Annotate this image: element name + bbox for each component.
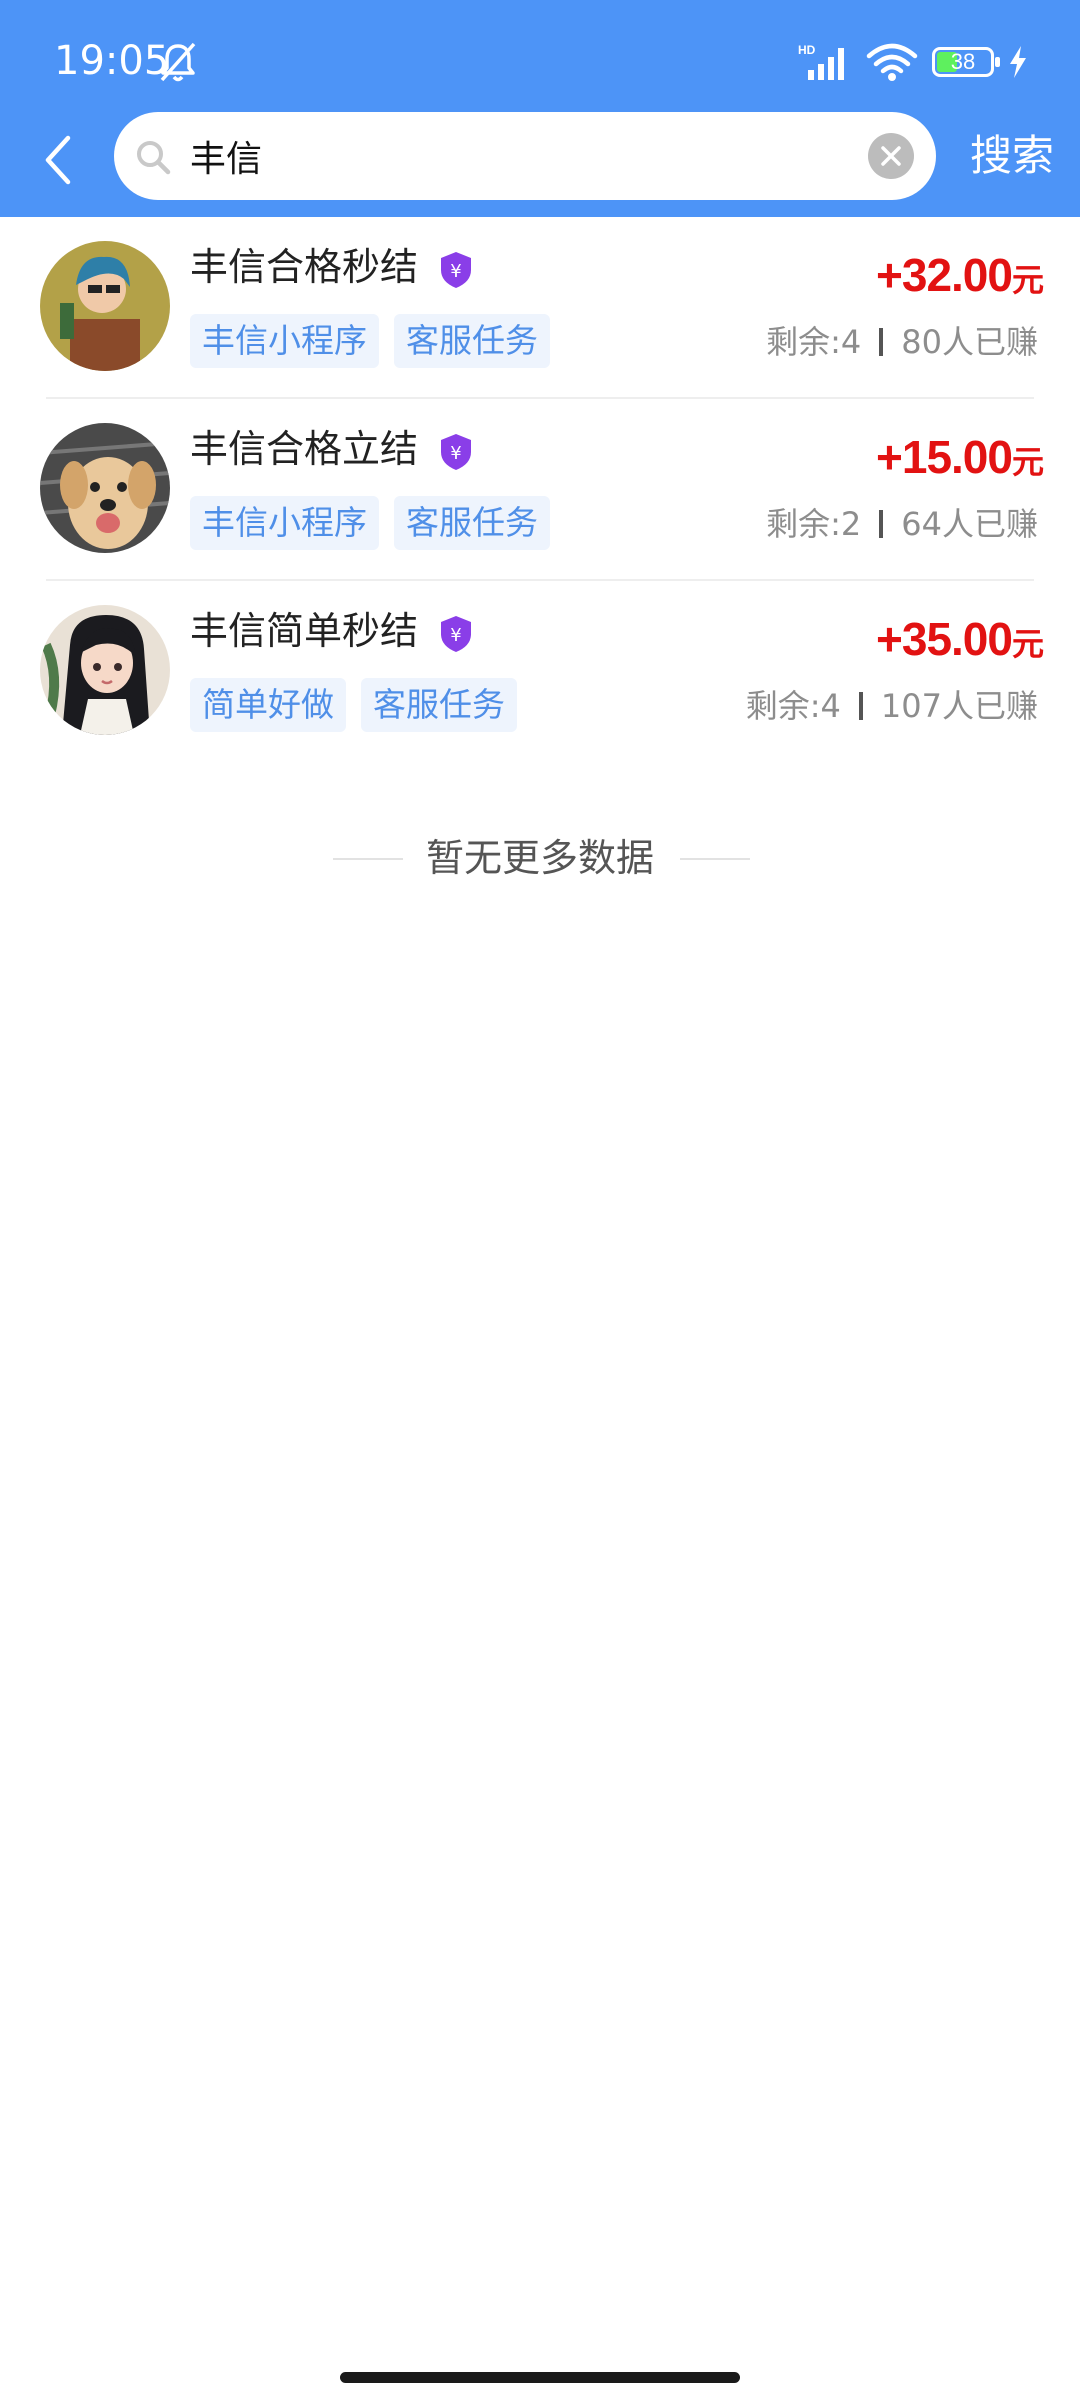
clear-icon[interactable] [868, 133, 914, 179]
tag: 客服任务 [394, 496, 550, 550]
no-more-data-text: 暂无更多数据 [425, 836, 654, 880]
price-unit: 元 [1011, 444, 1044, 480]
reward-price: +15.00元 [876, 429, 1044, 485]
status-bar: 19:05 HD 38 [0, 0, 1080, 110]
price-unit: 元 [1011, 262, 1044, 298]
tag: 客服任务 [394, 314, 550, 368]
system-icons: HD 38 [798, 40, 1028, 84]
shield-badge-icon: ¥ [441, 252, 471, 288]
tag: 丰信小程序 [190, 314, 379, 368]
search-button[interactable]: 搜索 [970, 128, 1054, 184]
svg-text:¥: ¥ [450, 443, 461, 464]
search-bar-row: 搜索 [0, 110, 1080, 217]
top-bar: 19:05 HD 38 丰信 搜索 [0, 0, 1080, 217]
avatar [40, 423, 170, 553]
tag-list: 丰信小程序 客服任务 [190, 314, 550, 368]
price-amount: +15.00 [876, 431, 1013, 483]
task-title: 丰信简单秒结 [190, 609, 419, 653]
stats-divider [858, 692, 863, 720]
shield-badge-icon: ¥ [441, 616, 471, 652]
earned-count: 64人已赚 [901, 505, 1038, 543]
wifi-icon [866, 43, 918, 81]
search-input[interactable] [190, 112, 870, 200]
task-stats: 剩余:4 80人已赚 [766, 317, 1038, 367]
stats-divider [879, 328, 884, 356]
price-unit: 元 [1011, 626, 1044, 662]
tag: 简单好做 [190, 678, 346, 732]
result-list: 丰信合格秒结 ¥ 丰信小程序 客服任务 +32.00元 剩余:4 80人已赚 丰… [0, 217, 1080, 763]
divider-line-right [680, 858, 750, 860]
remaining-count: 剩余:4 [745, 687, 841, 725]
home-indicator[interactable] [340, 2372, 740, 2383]
earned-count: 107人已赚 [880, 687, 1038, 725]
reward-price: +32.00元 [876, 247, 1044, 303]
search-box[interactable] [114, 112, 936, 200]
status-time: 19:05 [54, 38, 170, 84]
svg-text:HD: HD [798, 43, 816, 57]
tag: 丰信小程序 [190, 496, 379, 550]
remaining-count: 剩余:4 [766, 323, 862, 361]
tag: 客服任务 [361, 678, 517, 732]
reward-price: +35.00元 [876, 611, 1044, 667]
tag-list: 丰信小程序 客服任务 [190, 496, 550, 550]
task-item[interactable]: 丰信合格立结 ¥ 丰信小程序 客服任务 +15.00元 剩余:2 64人已赚 [0, 399, 1080, 581]
task-stats: 剩余:4 107人已赚 [746, 681, 1038, 731]
battery-icon: 38 [932, 47, 1000, 77]
tag-list: 简单好做 客服任务 [190, 678, 517, 732]
shield-badge-icon: ¥ [441, 434, 471, 470]
hd-signal-icon: HD [798, 43, 844, 80]
task-item[interactable]: 丰信合格秒结 ¥ 丰信小程序 客服任务 +32.00元 剩余:4 80人已赚 [0, 217, 1080, 399]
avatar [40, 241, 170, 371]
end-of-list: 暂无更多数据 [0, 828, 1080, 888]
task-stats: 剩余:2 64人已赚 [766, 499, 1038, 549]
stats-divider [879, 510, 884, 538]
search-icon [137, 141, 171, 175]
remaining-count: 剩余:2 [766, 505, 862, 543]
price-amount: +32.00 [876, 249, 1013, 301]
battery-level: 38 [950, 49, 976, 74]
chevron-left-icon[interactable] [38, 130, 78, 190]
avatar [40, 605, 170, 735]
task-title: 丰信合格立结 [190, 427, 419, 471]
bell-off-icon [160, 42, 196, 82]
earned-count: 80人已赚 [901, 323, 1038, 361]
svg-text:¥: ¥ [450, 625, 461, 646]
charging-icon [1010, 46, 1026, 78]
svg-text:¥: ¥ [450, 261, 461, 282]
task-title: 丰信合格秒结 [190, 245, 419, 289]
price-amount: +35.00 [876, 613, 1013, 665]
task-item[interactable]: 丰信简单秒结 ¥ 简单好做 客服任务 +35.00元 剩余:4 107人已赚 [0, 581, 1080, 763]
